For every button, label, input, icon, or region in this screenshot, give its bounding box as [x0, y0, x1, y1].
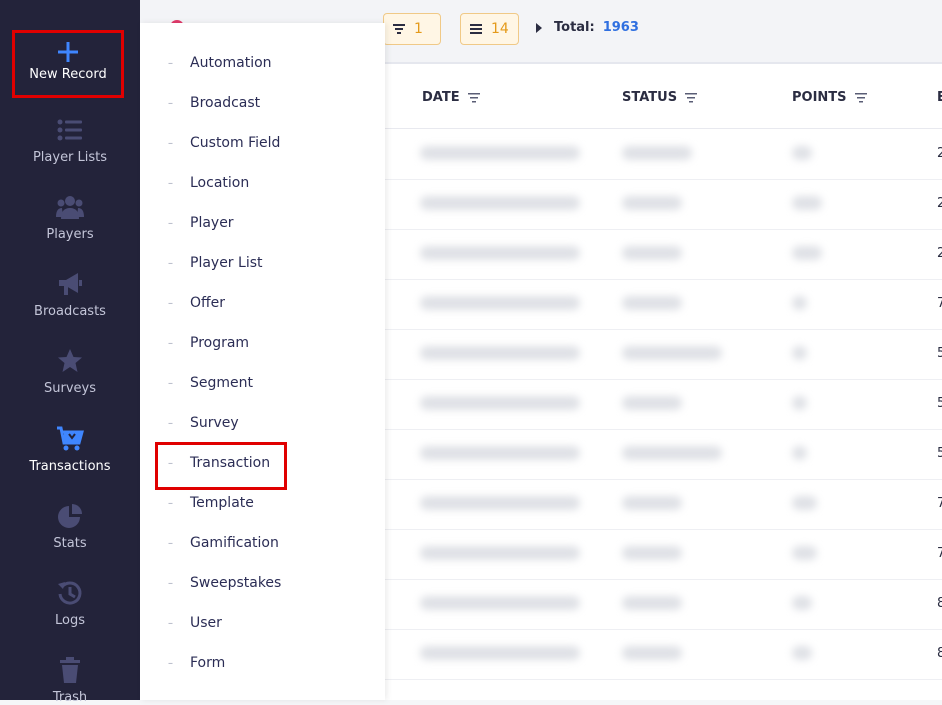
new-record-label: New Record	[29, 67, 107, 82]
sidebar-item-label: Logs	[55, 613, 85, 628]
sort-filter-icon	[854, 92, 867, 102]
sidebar-item-broadcasts[interactable]: Broadcasts	[0, 270, 140, 319]
menu-item-program[interactable]: – Program	[168, 335, 249, 351]
list-icon	[57, 119, 82, 141]
column-header-date[interactable]: DATE	[422, 90, 480, 105]
sidebar-item-label: Players	[46, 227, 94, 242]
menu-item-form[interactable]: – Form	[168, 655, 225, 671]
new-record-menu: – Automation – Broadcast – Custom Field – Lo…	[140, 23, 385, 700]
sidebar-item-surveys[interactable]: Surveys	[0, 347, 140, 396]
column-header-points[interactable]: POINTS	[792, 90, 867, 105]
sidebar: New Record Player Lists Players Broadcas…	[0, 0, 140, 705]
filter-chip[interactable]: 1	[383, 13, 441, 45]
sidebar-item-logs[interactable]: Logs	[0, 579, 140, 628]
menu-item-user[interactable]: – User	[168, 615, 222, 631]
total-label: Total:	[554, 20, 595, 35]
total-value: 1963	[602, 20, 639, 35]
columns-count: 14	[491, 21, 509, 37]
menu-item-template[interactable]: – Template	[168, 495, 254, 511]
sidebar-item-label: Trash	[52, 690, 88, 705]
cell-value: 7	[937, 296, 942, 311]
menu-item-automation[interactable]: – Automation	[168, 55, 272, 71]
star-icon	[58, 349, 82, 372]
filter-count: 1	[414, 21, 423, 37]
sidebar-item-stats[interactable]: Stats	[0, 502, 140, 551]
cell-value: 2	[937, 246, 942, 261]
cart-icon	[57, 426, 84, 451]
column-header-status[interactable]: STATUS	[622, 90, 698, 105]
sidebar-item-label: Stats	[53, 536, 87, 551]
cell-value: 7	[937, 496, 942, 511]
cell-value: 5	[937, 446, 942, 461]
sidebar-item-label: Transactions	[29, 459, 111, 474]
filter-icon	[393, 24, 405, 34]
sidebar-item-transactions[interactable]: Transactions	[0, 425, 140, 474]
sidebar-item-trash[interactable]: Trash	[0, 656, 140, 705]
menu-item-sweepstakes[interactable]: – Sweepstakes	[168, 575, 281, 591]
columns-chip[interactable]: 14	[460, 13, 519, 45]
plus-icon	[58, 42, 78, 62]
cell-value: 5	[937, 396, 942, 411]
cell-value: 2	[937, 146, 942, 161]
menu-item-offer[interactable]: – Offer	[168, 295, 225, 311]
menu-item-location[interactable]: – Location	[168, 175, 249, 191]
sidebar-item-player-lists[interactable]: Player Lists	[0, 116, 140, 165]
menu-item-gamification[interactable]: – Gamification	[168, 535, 279, 551]
cell-value: 7	[937, 546, 942, 561]
menu-item-custom-field[interactable]: – Custom Field	[168, 135, 280, 151]
menu-icon	[470, 24, 482, 34]
users-icon	[56, 196, 84, 219]
cell-value: 8	[937, 596, 942, 611]
cell-value: 2	[937, 196, 942, 211]
total-summary[interactable]: Total: 1963	[536, 20, 639, 35]
menu-item-transaction[interactable]: – Transaction	[168, 455, 270, 471]
menu-item-survey[interactable]: – Survey	[168, 415, 239, 431]
sort-filter-icon	[467, 92, 480, 102]
cell-value: 8	[937, 646, 942, 661]
pie-chart-icon	[58, 504, 82, 528]
column-header-cut-off[interactable]: E	[937, 90, 942, 105]
menu-item-segment[interactable]: – Segment	[168, 375, 253, 391]
menu-item-player[interactable]: – Player	[168, 215, 234, 231]
sidebar-item-label: Broadcasts	[34, 304, 106, 319]
trash-icon	[60, 657, 80, 683]
new-record-button[interactable]: New Record	[12, 30, 124, 98]
menu-item-broadcast[interactable]: – Broadcast	[168, 95, 260, 111]
megaphone-icon	[59, 273, 82, 295]
caret-right-icon	[536, 22, 542, 33]
cell-value: 5	[937, 346, 942, 361]
history-icon	[58, 581, 82, 605]
menu-item-player-list[interactable]: – Player List	[168, 255, 263, 271]
sidebar-item-label: Player Lists	[32, 150, 108, 165]
sidebar-item-players[interactable]: Players	[0, 193, 140, 242]
sidebar-item-label: Surveys	[44, 381, 96, 396]
sort-filter-icon	[685, 92, 698, 102]
